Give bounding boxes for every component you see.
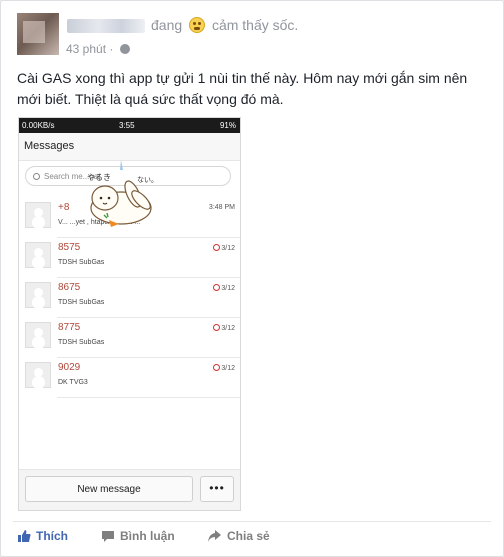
contact-avatar-icon [25, 322, 51, 348]
attached-photo[interactable]: 0.00KB/s 3:55 91% Messages Search me...g… [18, 117, 241, 511]
feeling-status: đang cảm thấy sốc. [151, 17, 298, 33]
sender-number: 8775 [58, 322, 81, 333]
divider [57, 397, 240, 398]
message-date: 3/12 [213, 284, 235, 292]
message-snippet: TDSH SubGas [58, 339, 105, 346]
like-button[interactable]: Thích [17, 529, 68, 543]
globe-icon[interactable] [119, 44, 130, 54]
post-text: Cài GAS xong thì app tự gửi 1 nùi tin th… [17, 70, 468, 107]
list-item: 9029 DK TVG3 3/12 [19, 358, 240, 398]
like-label: Thích [36, 529, 68, 543]
date-text: 3/12 [221, 365, 235, 372]
share-label: Chia sẻ [227, 529, 270, 543]
phone-status-bar: 0.00KB/s 3:55 91% [19, 118, 240, 133]
svg-text:やるき: やるき [87, 173, 111, 182]
date-text: 3/12 [221, 245, 235, 252]
contact-avatar-icon [25, 282, 51, 308]
sender-number: +8 [58, 202, 70, 213]
avatar[interactable] [17, 13, 59, 55]
date-text: 3/12 [221, 285, 235, 292]
message-date: 3:48 PM [208, 204, 235, 211]
comment-label: Bình luận [120, 529, 175, 543]
message-snippet: TDSH SubGas [58, 299, 105, 306]
status-prefix: đang [151, 17, 183, 33]
sender-number: 8675 [58, 282, 81, 293]
time-label[interactable]: 43 phút [66, 42, 106, 56]
list-item: 8575 TDSH SubGas 3/12 [19, 238, 240, 278]
post-header: đang cảm thấy sốc. 43 phút · [17, 13, 487, 59]
list-item: 8775 TDSH SubGas 3/12 [19, 318, 240, 358]
time-separator: · [109, 42, 114, 56]
feeling-text[interactable]: cảm thấy sốc. [212, 17, 298, 33]
message-snippet: TDSH SubGas [58, 259, 105, 266]
search-icon [33, 173, 40, 180]
message-snippet: DK TVG3 [58, 379, 88, 386]
share-arrow-icon [208, 530, 221, 542]
alert-icon [213, 324, 221, 331]
post-timestamp[interactable]: 43 phút · [66, 42, 130, 56]
sender-number: 8575 [58, 242, 81, 253]
contact-avatar-icon [25, 242, 51, 268]
message-date: 3/12 [213, 324, 235, 332]
message-date: 3/12 [213, 244, 235, 252]
phone-clock: 3:55 [119, 121, 135, 130]
new-message-button: New message [25, 476, 193, 502]
network-speed: 0.00KB/s [22, 121, 55, 130]
thumbs-up-icon [18, 530, 31, 542]
shocked-emoji-icon [189, 17, 206, 33]
battery-level: 91% [219, 121, 236, 130]
author-name-blurred[interactable] [67, 19, 145, 33]
compose-bar: New message ••• [19, 469, 240, 510]
comment-button[interactable]: Bình luận [101, 529, 175, 543]
comment-icon [102, 531, 114, 542]
post-card: đang cảm thấy sốc. 43 phút · Cài GAS xon… [0, 0, 504, 557]
bunny-sticker-icon: やるき ない。 [87, 160, 158, 227]
alert-icon [213, 364, 221, 371]
sender-number: 9029 [58, 362, 81, 373]
contact-avatar-icon [25, 202, 51, 228]
more-options-button: ••• [200, 476, 234, 502]
message-date: 3/12 [213, 364, 235, 372]
alert-icon [213, 284, 221, 291]
list-item: 8675 TDSH SubGas 3/12 [19, 278, 240, 318]
svg-text:ない。: ない。 [137, 176, 158, 184]
date-text: 3/12 [221, 325, 235, 332]
alert-icon [213, 244, 221, 251]
contact-avatar-icon [25, 362, 51, 388]
share-button[interactable]: Chia sẻ [207, 529, 270, 543]
divider [13, 521, 491, 522]
